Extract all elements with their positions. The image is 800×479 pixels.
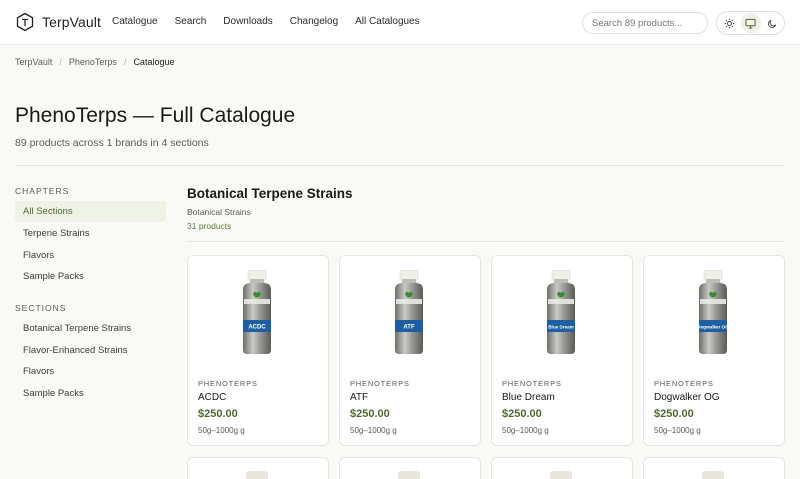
product-price: $250.00 [350,408,390,420]
main-nav: Catalogue Search Downloads Changelog All… [112,16,437,27]
product-bottle-image: ATF [395,270,423,354]
divider [187,241,785,242]
bottle-cap [702,471,724,479]
chapter-flavors[interactable]: Flavors [15,245,166,266]
product-card[interactable]: ACDC PHENOTERPS ACDC $250.00 50g–1000g g [187,255,329,446]
bottle-label-text: ACDC [248,325,266,331]
product-price: $250.00 [502,408,542,420]
breadcrumb: TerpVault / PhenoTerps / Catalogue [15,57,174,67]
section-botanical-terpene-strains[interactable]: Botanical Terpene Strains [15,318,166,339]
product-size: 50g–1000g g [350,426,397,435]
breadcrumb-phenoterps[interactable]: PhenoTerps [69,57,117,67]
section-subtitle: Botanical Strains [187,207,251,217]
search-input[interactable] [582,12,708,34]
section-title: Botanical Terpene Strains [187,186,353,201]
top-header: TerpVault Catalogue Search Downloads Cha… [0,0,800,45]
chapters-heading: CHAPTERS [15,186,70,196]
product-name[interactable]: ACDC [198,392,226,403]
product-name[interactable]: Blue Dream [502,392,555,403]
breadcrumb-current: Catalogue [133,57,175,67]
theme-dark-button[interactable] [762,13,782,33]
product-size: 50g–1000g g [654,426,701,435]
section-flavor-enhanced-strains[interactable]: Flavor-Enhanced Strains [15,340,166,361]
theme-system-button[interactable] [740,13,761,33]
section-product-count: 31 products [187,221,232,231]
section-flavors[interactable]: Flavors [15,361,166,382]
theme-light-button[interactable] [719,13,739,33]
chapter-terpene-strains[interactable]: Terpene Strains [15,223,166,244]
brand-name: TerpVault [42,14,102,30]
sections-heading: SECTIONS [15,303,67,313]
breadcrumb-terpvault[interactable]: TerpVault [15,57,52,67]
product-card[interactable]: Blue Dream PHENOTERPS Blue Dream $250.00… [491,255,633,446]
product-brand: PHENOTERPS [350,379,410,388]
moon-icon [767,19,776,28]
product-bottle-image: Dogwalker OG [697,270,729,354]
chapter-sample-packs[interactable]: Sample Packs [15,266,166,287]
product-card[interactable] [339,457,481,479]
terpvault-logo-icon [16,12,34,32]
product-brand: PHENOTERPS [502,379,562,388]
theme-toggle [716,11,785,35]
product-price: $250.00 [654,408,694,420]
bottle-cap [246,471,268,479]
monitor-icon [745,18,756,29]
product-card[interactable] [187,457,329,479]
bottle-cap [550,471,572,479]
nav-catalogue[interactable]: Catalogue [112,16,158,27]
product-bottle-image: Blue Dream [547,270,575,354]
product-size: 50g–1000g g [198,426,245,435]
product-name[interactable]: ATF [350,392,368,403]
chapter-all-sections[interactable]: All Sections [15,201,166,222]
nav-all-catalogues[interactable]: All Catalogues [355,16,419,27]
product-price: $250.00 [198,408,238,420]
nav-search[interactable]: Search [175,16,207,27]
product-card[interactable]: ATF PHENOTERPS ATF $250.00 50g–1000g g [339,255,481,446]
bottle-label-text: Dogwalker OG [697,325,729,330]
page-subtitle: 89 products across 1 brands in 4 section… [15,137,209,149]
bottle-cap [398,471,420,479]
bottle-label-text: Blue Dream [548,325,574,330]
brand-logo[interactable]: TerpVault [15,12,101,32]
bottle-label-text: ATF [403,325,415,331]
product-size: 50g–1000g g [502,426,549,435]
breadcrumb-separator: / [59,57,62,67]
product-name[interactable]: Dogwalker OG [654,392,720,403]
breadcrumb-separator: / [123,57,127,67]
product-card[interactable]: Dogwalker OG PHENOTERPS Dogwalker OG $25… [643,255,785,446]
divider [15,165,785,166]
product-brand: PHENOTERPS [654,379,714,388]
sun-icon [724,18,734,28]
product-card[interactable] [643,457,785,479]
section-sample-packs[interactable]: Sample Packs [15,383,166,404]
product-card[interactable] [491,457,633,479]
page-title: PhenoTerps — Full Catalogue [15,104,296,127]
product-brand: PHENOTERPS [198,379,258,388]
nav-downloads[interactable]: Downloads [223,16,272,27]
product-bottle-image: ACDC [243,270,271,354]
nav-changelog[interactable]: Changelog [290,16,338,27]
